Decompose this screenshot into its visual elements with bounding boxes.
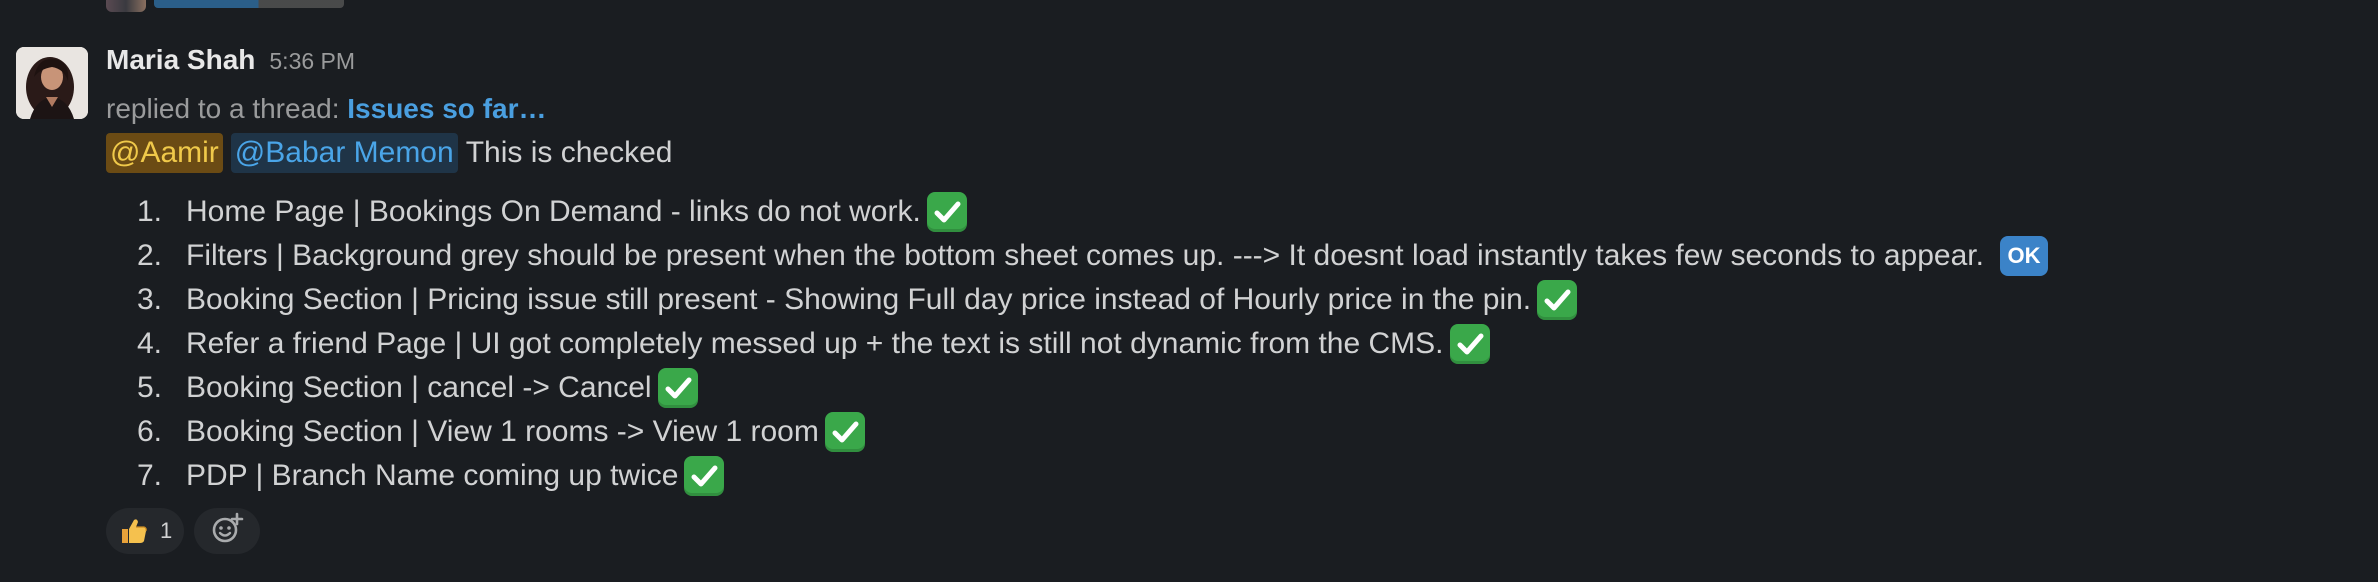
list-item: 2. Filters | Background grey should be p… (106, 234, 2338, 278)
list-item-text: Booking Section | Pricing issue still pr… (186, 283, 1532, 316)
list-number: 7. (136, 459, 162, 492)
issue-checklist: 1. Home Page | Bookings On Demand - link… (106, 190, 2338, 498)
mention-aamir[interactable]: @Aamir (106, 133, 223, 173)
list-item: 6. Booking Section | View 1 rooms -> Vie… (106, 410, 2338, 454)
list-item-text: Booking Section | cancel -> Cancel (186, 371, 652, 404)
list-number: 3. (136, 283, 162, 316)
reactions-bar: 1 (106, 508, 2338, 554)
list-number: 2. (136, 239, 162, 272)
list-number: 4. (136, 327, 162, 360)
white-check-mark-icon (1449, 324, 1490, 364)
white-check-mark-icon (657, 368, 698, 408)
list-number: 1. (136, 195, 162, 228)
list-item-text: Refer a friend Page | UI got completely … (186, 327, 1444, 360)
list-item-text: Filters | Background grey should be pres… (186, 239, 1984, 272)
thread-reply-line: replied to a thread: Issues so far… (106, 88, 2338, 130)
white-check-mark-icon (684, 456, 725, 496)
previous-reply-link (154, 0, 344, 8)
list-number: 5. (136, 371, 162, 404)
thumbs-up-icon (118, 515, 150, 547)
list-item: 7. PDP | Branch Name coming up twice (106, 454, 2338, 498)
message-body-first-line: @Aamir @Babar Memon This is checked (106, 130, 2338, 176)
avatar[interactable] (16, 47, 88, 119)
list-item: 5. Booking Section | cancel -> Cancel (106, 366, 2338, 410)
thread-link[interactable]: Issues so far… (347, 93, 546, 124)
white-check-mark-icon (1537, 280, 1578, 320)
list-number: 6. (136, 415, 162, 448)
white-check-mark-icon (926, 192, 967, 232)
white-check-mark-icon (824, 412, 865, 452)
message-content: Maria Shah 5:36 PM replied to a thread: … (106, 40, 2338, 554)
reaction-count: 1 (160, 518, 173, 543)
mention-babar-memon[interactable]: @Babar Memon (230, 133, 458, 173)
thread-prefix: replied to a thread: (106, 93, 340, 124)
reaction-thumbs-up[interactable]: 1 (106, 508, 185, 554)
add-reaction-button[interactable] (194, 508, 261, 554)
message-header: Maria Shah 5:36 PM (106, 40, 2338, 88)
add-reaction-icon (210, 512, 244, 551)
list-item: 4. Refer a friend Page | UI got complete… (106, 322, 2338, 366)
list-item-text: Home Page | Bookings On Demand - links d… (186, 195, 921, 228)
sender-name[interactable]: Maria Shah (106, 44, 255, 76)
previous-message-fragment (106, 0, 344, 12)
list-item: 3. Booking Section | Pricing issue still… (106, 278, 2338, 322)
list-item-text: Booking Section | View 1 rooms -> View 1… (186, 415, 819, 448)
previous-reply-avatars (106, 0, 146, 12)
avatar-photo (16, 47, 88, 119)
body-text: This is checked (465, 136, 673, 169)
list-item-text: PDP | Branch Name coming up twice (186, 459, 679, 492)
list-item: 1. Home Page | Bookings On Demand - link… (106, 190, 2338, 234)
ok-icon: OK (1999, 236, 2048, 276)
message-timestamp[interactable]: 5:36 PM (269, 48, 355, 75)
